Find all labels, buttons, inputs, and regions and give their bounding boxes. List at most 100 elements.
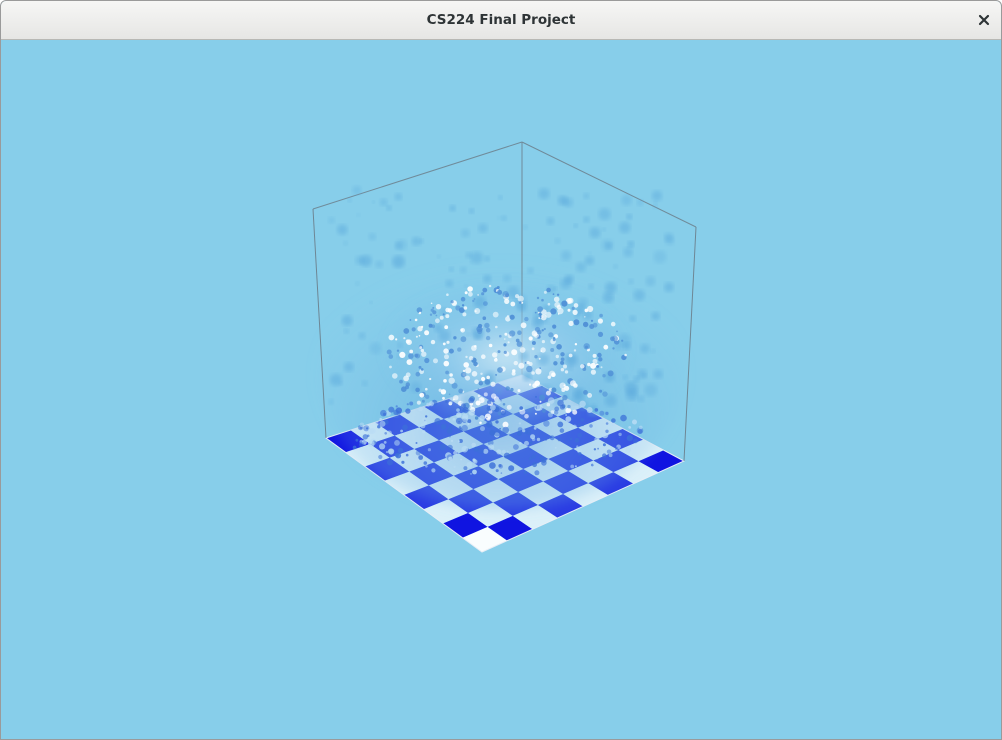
water-droplet: [524, 361, 527, 364]
water-droplet: [554, 446, 557, 449]
water-droplet: [525, 405, 532, 412]
water-droplet: [511, 349, 518, 356]
water-droplet: [610, 321, 616, 327]
water-droplet: [637, 395, 645, 403]
water-droplet: [386, 349, 392, 355]
water-droplet: [497, 289, 503, 295]
water-droplet: [343, 362, 354, 372]
title-bar[interactable]: CS224 Final Project: [1, 1, 1001, 40]
water-droplet: [458, 388, 464, 394]
water-droplet: [435, 314, 438, 317]
water-droplet: [586, 407, 593, 413]
water-droplet: [396, 349, 400, 352]
water-droplet: [464, 291, 468, 295]
water-droplet: [486, 416, 488, 419]
water-droplet: [592, 322, 598, 328]
water-droplet: [508, 465, 515, 472]
water-droplet: [568, 320, 574, 327]
water-droplet: [534, 412, 537, 415]
water-droplet: [605, 411, 609, 416]
water-droplet: [449, 400, 453, 405]
water-droplet: [490, 381, 496, 387]
water-droplet: [532, 317, 543, 329]
water-droplet: [621, 339, 624, 342]
water-droplet: [443, 360, 450, 367]
water-droplet: [637, 429, 643, 434]
water-droplet: [392, 373, 398, 379]
water-droplet: [557, 195, 568, 206]
water-droplet: [557, 421, 564, 428]
water-droplet: [536, 329, 542, 335]
water-droplet: [573, 223, 578, 228]
water-droplet: [618, 432, 622, 437]
water-droplet: [574, 343, 578, 346]
water-droplet: [529, 383, 532, 386]
water-droplet: [418, 335, 421, 337]
water-droplet: [578, 423, 581, 427]
water-droplet: [653, 369, 663, 380]
water-droplet: [524, 316, 529, 322]
water-droplet: [355, 438, 359, 442]
water-droplet: [386, 459, 393, 466]
water-droplet: [559, 382, 566, 389]
water-droplet: [549, 435, 555, 441]
water-droplet: [395, 338, 398, 341]
water-droplet: [602, 453, 607, 458]
water-droplet: [603, 344, 609, 350]
water-droplet: [590, 319, 594, 322]
water-droplet: [471, 371, 478, 377]
water-droplet: [567, 308, 571, 312]
water-droplet: [328, 398, 334, 405]
water-droplet: [440, 424, 447, 430]
water-droplet: [538, 188, 550, 200]
water-droplet: [568, 353, 573, 358]
water-droplet: [483, 301, 488, 306]
water-droplet: [519, 347, 526, 353]
water-droplet: [644, 383, 658, 397]
water-droplet: [374, 421, 379, 426]
water-droplet: [402, 424, 408, 431]
water-droplet: [405, 339, 410, 344]
water-droplet: [490, 404, 496, 411]
water-droplet: [466, 462, 473, 468]
water-droplet: [422, 417, 427, 422]
water-droplet: [483, 392, 488, 397]
water-droplet: [571, 306, 575, 310]
water-droplet: [369, 342, 382, 355]
water-droplet: [462, 369, 466, 373]
water-droplet: [486, 375, 491, 380]
water-droplet: [435, 318, 440, 324]
water-droplet: [477, 328, 483, 335]
water-droplet: [423, 421, 428, 425]
water-droplet: [618, 436, 621, 439]
water-droplet: [502, 403, 506, 406]
water-droplet: [450, 300, 454, 304]
water-droplet: [418, 406, 423, 412]
water-droplet: [618, 333, 631, 347]
water-droplet: [458, 426, 462, 429]
water-droplet: [574, 465, 577, 468]
close-button[interactable]: [973, 9, 995, 31]
water-droplet: [545, 438, 547, 441]
water-droplet: [561, 250, 572, 261]
water-droplet: [367, 428, 374, 434]
water-droplet: [629, 315, 636, 322]
water-droplet: [477, 323, 483, 329]
water-droplet: [518, 301, 522, 304]
water-droplet: [565, 416, 572, 422]
water-droplet: [415, 387, 420, 393]
render-viewport[interactable]: [1, 40, 1001, 739]
water-droplet: [372, 200, 376, 204]
water-droplet: [477, 394, 481, 398]
water-droplet: [567, 404, 571, 409]
water-droplet: [416, 400, 421, 405]
water-droplet: [457, 440, 460, 443]
water-droplet: [554, 238, 561, 244]
water-droplet: [526, 365, 533, 373]
water-droplet: [455, 305, 461, 311]
water-droplet: [414, 318, 418, 322]
water-droplet: [518, 422, 522, 425]
water-droplet: [605, 422, 609, 425]
water-droplet: [488, 343, 493, 348]
water-droplet: [406, 403, 409, 406]
